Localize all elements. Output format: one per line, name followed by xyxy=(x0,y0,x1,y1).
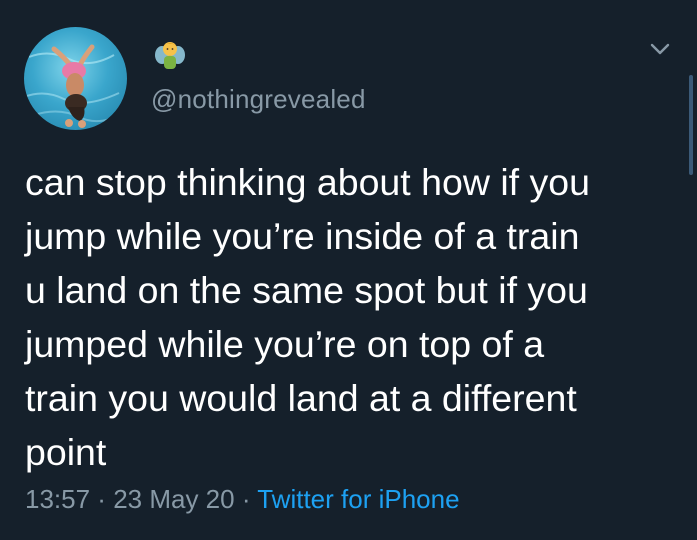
tweet-source-link[interactable]: Twitter for iPhone xyxy=(257,484,459,514)
man-fairy-emoji-icon xyxy=(155,42,185,69)
scrollbar[interactable] xyxy=(689,75,693,175)
meta-separator: · xyxy=(90,484,114,514)
tweet-date[interactable]: 23 May 20 xyxy=(113,484,234,514)
avatar[interactable] xyxy=(24,27,127,130)
tweet-text: can stop thinking about how if you jump … xyxy=(25,161,590,473)
tweet-card: @nothingrevealed can stop thinking about… xyxy=(0,0,697,540)
chevron-down-icon[interactable] xyxy=(648,40,672,58)
meta-separator: · xyxy=(234,484,258,514)
tweet-meta: 13:57 · 23 May 20 · Twitter for iPhone xyxy=(25,484,460,515)
tweet-time[interactable]: 13:57 xyxy=(25,484,90,514)
user-handle[interactable]: @nothingrevealed xyxy=(151,84,366,115)
